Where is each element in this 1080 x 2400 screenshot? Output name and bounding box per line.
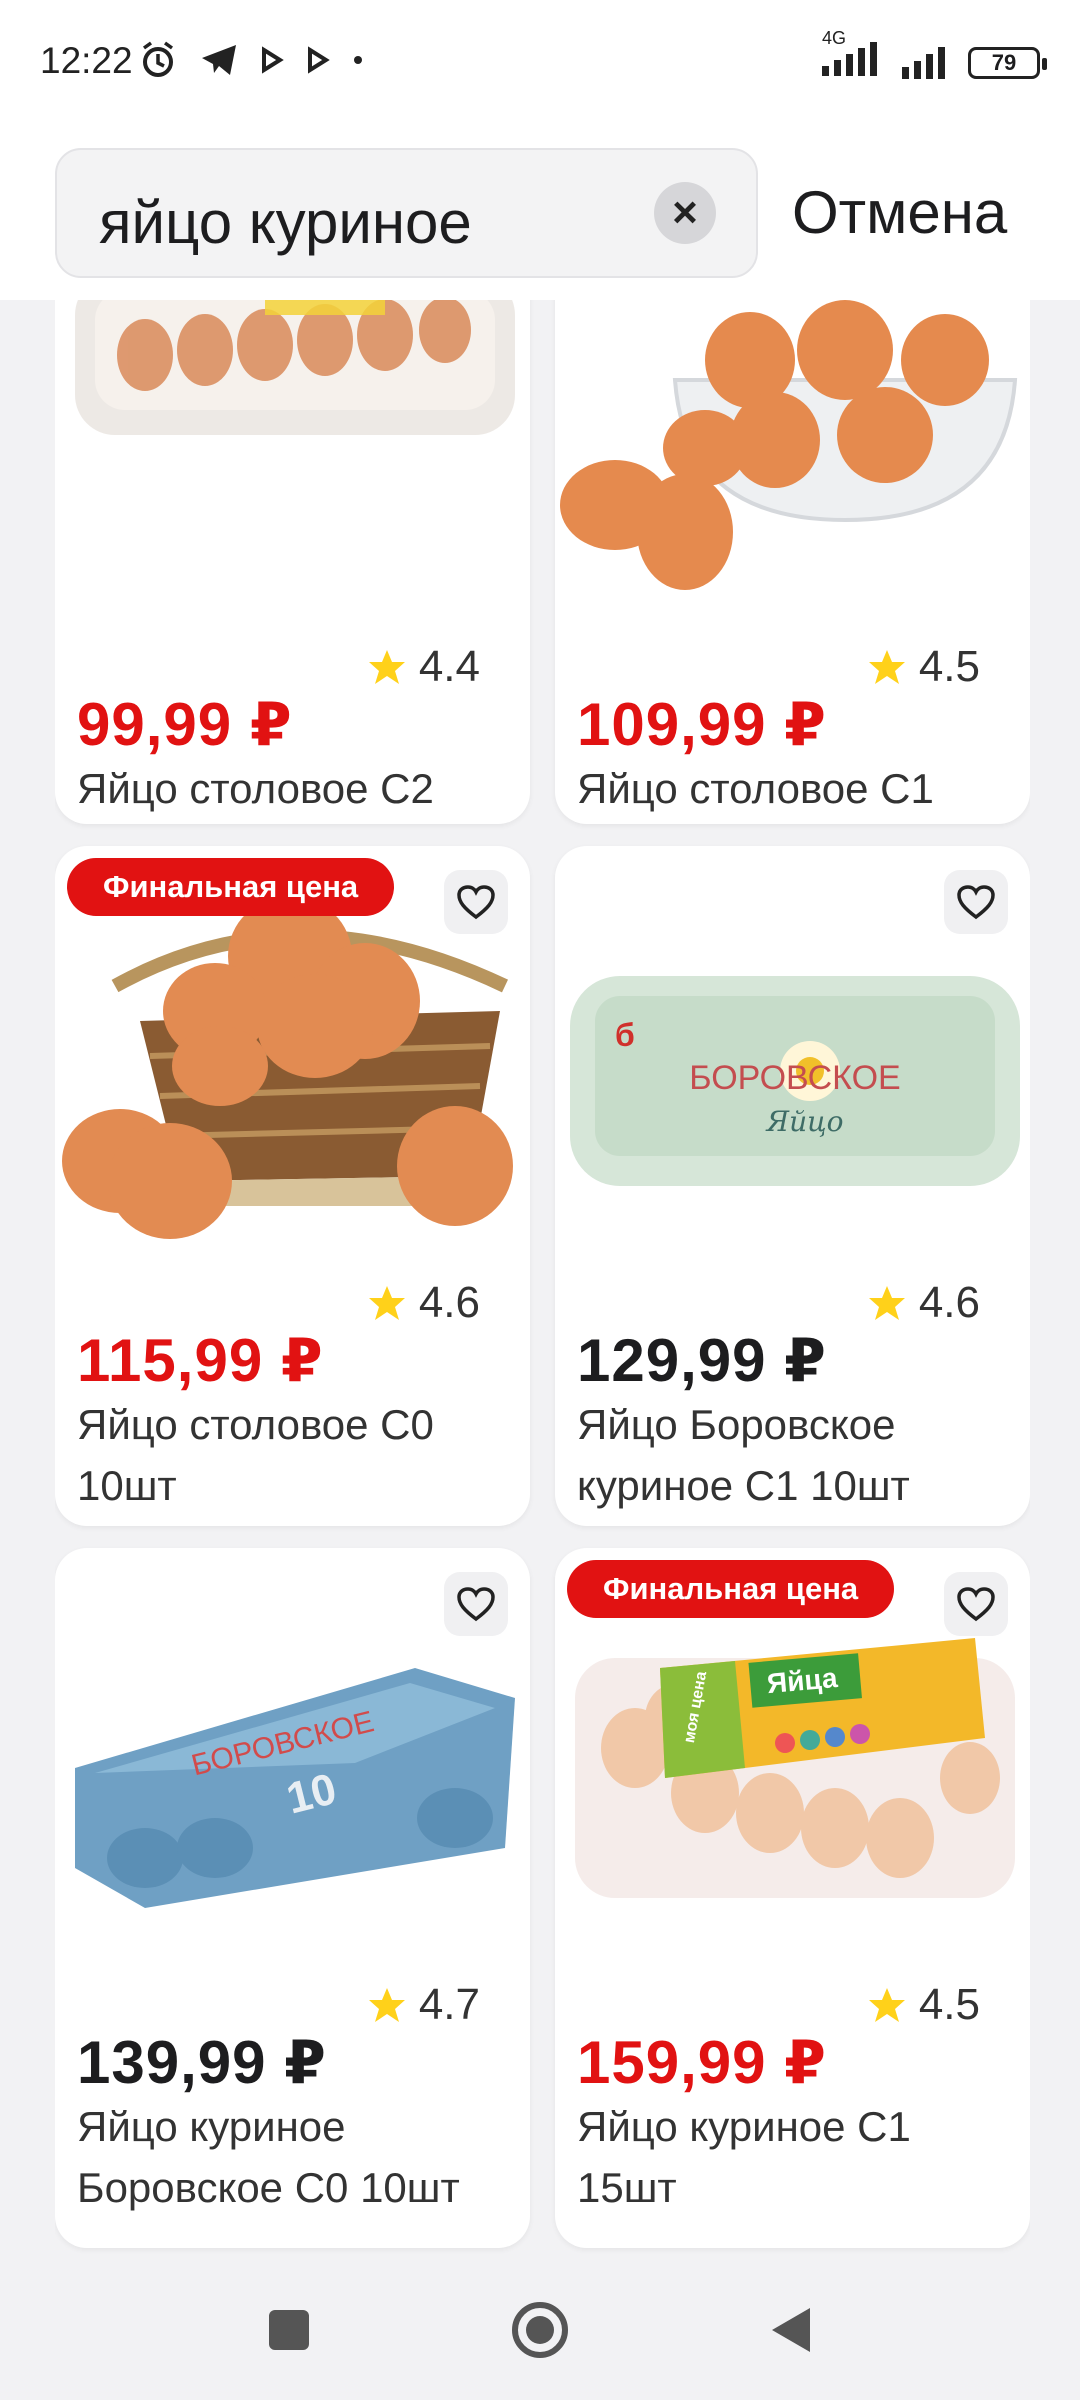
cancel-button[interactable]: Отмена: [792, 178, 1007, 247]
product-title: Яйцо столовое С0 10шт: [77, 1401, 434, 1509]
egg-tray-image: [75, 300, 515, 435]
star-icon: [868, 650, 905, 684]
back-triangle-icon[interactable]: [770, 2306, 814, 2354]
product-card[interactable]: 4.4 99,99 ₽ Яйцо столовое С2 10шт: [55, 300, 530, 824]
signal-icon: [902, 46, 945, 79]
product-card[interactable]: Финальная цена Яйца моя цена 4.5 159,99 …: [555, 1548, 1030, 2248]
eggs-in-bowl-image: [560, 300, 1018, 590]
product-title: Яйцо столовое С1 10шт: [577, 765, 934, 812]
dot-icon: [354, 56, 362, 64]
battery-indicator: 79: [968, 46, 1047, 79]
heart-icon: [457, 1587, 495, 1622]
final-price-badge: Финальная цена: [567, 1560, 895, 1618]
star-icon: [368, 1988, 405, 2022]
product-price: 139,99 ₽: [77, 2029, 327, 2096]
rating-value: 4.6: [418, 1278, 480, 1327]
network-indicator: 4G: [820, 28, 884, 83]
favorite-button[interactable]: [444, 1572, 508, 1636]
favorite-button[interactable]: [944, 1572, 1008, 1636]
product-image: [55, 300, 530, 610]
product-price: 129,99 ₽: [577, 1327, 827, 1394]
product-price: 115,99 ₽: [77, 1327, 324, 1394]
search-input[interactable]: яйцо куриное ×: [55, 148, 758, 278]
product-price: 159,99 ₽: [577, 2029, 827, 2096]
product-title: Яйцо столовое С2 10шт: [77, 765, 434, 812]
rating-value: 4.4: [418, 642, 480, 691]
star-icon: [868, 1988, 905, 2022]
recents-square-icon[interactable]: [267, 2308, 311, 2352]
pack-label: Яйца: [766, 1662, 839, 1699]
product-price: 109,99 ₽: [577, 691, 827, 758]
heart-icon: [957, 1587, 995, 1622]
network-type: 4G: [822, 28, 847, 48]
product-rating: 4.5: [867, 642, 980, 692]
status-notification-icons: [138, 40, 364, 80]
status-time: 12:22: [40, 40, 133, 81]
product-price: 99,99 ₽: [77, 691, 293, 758]
rating-value: 4.7: [418, 1980, 480, 2029]
product-card[interactable]: 4.5 109,99 ₽ Яйцо столовое С1 10шт: [555, 300, 1030, 824]
svg-text:б: б: [615, 1017, 635, 1053]
clear-search-button[interactable]: ×: [654, 182, 716, 244]
star-icon: [368, 1286, 405, 1320]
product-rating: 4.4: [367, 642, 480, 692]
status-bar: 12:22 4G 79: [0, 0, 1080, 130]
star-icon: [868, 1286, 905, 1320]
product-card[interactable]: б БОРОВСКОЕ Яйцо 4.6 129,99 ₽ Яйцо Боров…: [555, 846, 1030, 1526]
product-rating: 4.7: [367, 1980, 480, 2030]
final-price-badge: Финальная цена: [67, 858, 395, 916]
search-header: яйцо куриное × Отмена: [0, 130, 1080, 300]
product-image: [555, 300, 1030, 610]
product-title: Яйцо куриное С1 15шт: [577, 2103, 911, 2211]
box-brand-label: БОРОВСКОЕ: [689, 1059, 900, 1097]
play-icon: [262, 46, 284, 74]
status-system-icons: 4G 79: [820, 28, 1047, 83]
alarm-icon: [142, 41, 174, 77]
box-brand-sublabel: Яйцо: [764, 1105, 843, 1138]
product-grid: 4.4 99,99 ₽ Яйцо столовое С2 10шт 4.5 10…: [55, 300, 1030, 2260]
product-rating: 4.6: [367, 1278, 480, 1328]
favorite-button[interactable]: [944, 870, 1008, 934]
close-icon: ×: [672, 188, 698, 237]
product-card[interactable]: БОРОВСКОЕ 10 4.7 139,99 ₽ Яйцо куриное Б…: [55, 1548, 530, 2248]
product-title: Яйцо куриное Боровское С0 10шт: [77, 2103, 460, 2211]
favorite-button[interactable]: [444, 870, 508, 934]
product-rating: 4.6: [867, 1278, 980, 1328]
home-circle-icon[interactable]: [511, 2301, 569, 2359]
system-nav-bar: [0, 2262, 1080, 2400]
play-icon: [308, 46, 330, 74]
product-rating: 4.5: [867, 1980, 980, 2030]
star-icon: [368, 650, 405, 684]
telegram-icon: [202, 45, 236, 75]
rating-value: 4.6: [918, 1278, 980, 1327]
product-card[interactable]: Финальная цена 4.6 115,99 ₽ Яйцо столово…: [55, 846, 530, 1526]
heart-icon: [957, 885, 995, 920]
heart-icon: [457, 885, 495, 920]
rating-value: 4.5: [918, 642, 980, 691]
product-title: Яйцо Боровское куриное С1 10шт: [577, 1401, 910, 1509]
rating-value: 4.5: [918, 1980, 980, 2029]
search-query[interactable]: яйцо куриное: [99, 188, 472, 257]
